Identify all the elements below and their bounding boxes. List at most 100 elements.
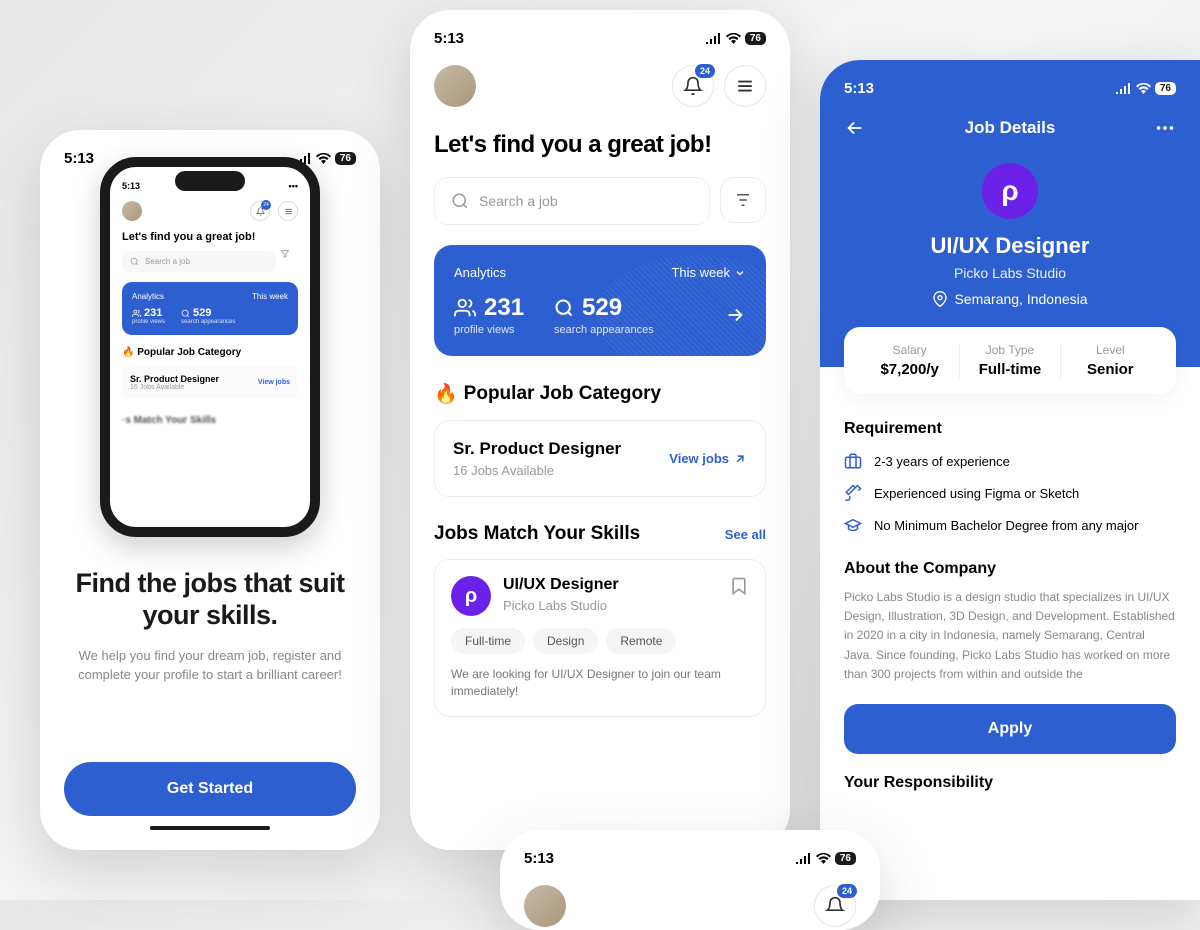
battery-indicator: 76: [835, 852, 856, 865]
mini-filter-icon: [280, 249, 298, 267]
status-bar: 5:13 76: [844, 80, 1176, 97]
requirements-title: Requirement: [844, 420, 1176, 438]
job-tags: Full-time Design Remote: [451, 628, 749, 654]
requirement-item: Experienced using Figma or Sketch: [844, 484, 1176, 502]
battery-indicator: 76: [1155, 82, 1176, 95]
job-tag: Design: [533, 628, 598, 654]
mini-analytics-label: Analytics: [132, 292, 164, 301]
mini-analytics-card: Analytics This week 231 profile views 52…: [122, 282, 298, 335]
status-time: 5:13: [524, 850, 554, 867]
analytics-label: Analytics: [454, 265, 506, 280]
notifications-button[interactable]: 24: [814, 885, 856, 927]
match-job-desc: We are looking for UI/UX Designer to joi…: [451, 666, 749, 700]
match-job-title: UI/UX Designer: [503, 576, 619, 594]
mini-title: Let's find you a great job!: [122, 231, 298, 243]
search-icon: [451, 192, 469, 210]
analytics-period-dropdown[interactable]: This week: [671, 265, 746, 280]
match-job-card[interactable]: ρ UI/UX Designer Picko Labs Studio Full-…: [434, 559, 766, 717]
filter-button[interactable]: [720, 177, 766, 223]
briefcase-icon: [844, 452, 862, 470]
notch: [175, 171, 245, 191]
mini-job-sub: 16 Jobs Available: [130, 384, 219, 391]
see-all-link[interactable]: See all: [725, 527, 766, 542]
status-time: 5:13: [64, 150, 94, 167]
apply-button[interactable]: Apply: [844, 704, 1176, 754]
job-title: Sr. Product Designer: [453, 439, 621, 459]
mini-views-label: profile views: [132, 319, 165, 325]
user-avatar[interactable]: [524, 885, 566, 927]
notification-badge: 24: [695, 64, 715, 78]
nav-title: Job Details: [965, 118, 1056, 138]
bookmark-button[interactable]: [729, 576, 749, 596]
company-logo: ρ: [451, 576, 491, 616]
signal-icon: [1116, 83, 1132, 94]
mini-job-title: Sr. Product Designer: [130, 374, 219, 384]
partial-screen: 5:13 76 24: [500, 830, 880, 930]
profile-views-count: 231: [484, 294, 524, 322]
users-icon: [454, 297, 476, 319]
mini-header: 24: [122, 201, 298, 221]
notification-badge: 24: [837, 884, 857, 898]
job-availability: 16 Jobs Available: [453, 463, 621, 478]
home-screen: 5:13 76 24 Let's find you a great job! S…: [410, 10, 790, 850]
analytics-detail-button[interactable]: [724, 304, 746, 326]
graduation-icon: [844, 516, 862, 534]
mini-views: 231: [144, 307, 162, 319]
salary-value: $7,200/y: [860, 361, 959, 378]
get-started-button[interactable]: Get Started: [64, 762, 356, 816]
battery-indicator: 76: [745, 32, 766, 45]
job-info-card: Salary $7,200/y Job Type Full-time Level…: [844, 327, 1176, 394]
onboard-subtitle: We help you find your dream job, registe…: [64, 646, 356, 685]
mini-bell-icon: 24: [250, 201, 270, 221]
mini-menu-icon: [278, 201, 298, 221]
search-icon: [554, 298, 574, 318]
job-tag: Full-time: [451, 628, 525, 654]
status-indicators: 76: [706, 32, 766, 45]
more-button[interactable]: [1154, 117, 1176, 139]
mini-time: 5:13: [122, 181, 140, 191]
notifications-button[interactable]: 24: [672, 65, 714, 107]
mini-appearances-label: search appearances: [181, 319, 235, 325]
mini-phone-preview: 5:13 ••• 24 Let's find you a great job! …: [100, 157, 320, 537]
arrow-up-right-icon: [733, 452, 747, 466]
analytics-card: Analytics This week 231 profile views 52…: [434, 245, 766, 356]
view-jobs-link[interactable]: View jobs: [669, 451, 747, 466]
requirement-item: 2-3 years of experience: [844, 452, 1176, 470]
wifi-icon: [816, 853, 831, 864]
appearances-count: 529: [582, 294, 622, 322]
job-tag: Remote: [606, 628, 676, 654]
back-button[interactable]: [844, 117, 866, 139]
page-title: Let's find you a great job!: [434, 131, 766, 159]
status-bar: 5:13 76: [434, 30, 766, 47]
fire-icon: 🔥: [434, 382, 458, 406]
about-text: Picko Labs Studio is a design studio tha…: [844, 588, 1176, 684]
salary-label: Salary: [860, 343, 959, 357]
app-header: 24: [434, 65, 766, 107]
appearances-label: search appearances: [554, 324, 654, 336]
mini-view-jobs: View jobs: [258, 379, 290, 386]
popular-job-card[interactable]: Sr. Product Designer 16 Jobs Available V…: [434, 420, 766, 497]
type-label: Job Type: [960, 343, 1059, 357]
status-indicators: 76: [796, 852, 856, 865]
search-input[interactable]: Search a job: [434, 177, 710, 225]
popular-section-title: 🔥 Popular Job Category: [434, 382, 766, 406]
match-job-company: Picko Labs Studio: [503, 598, 619, 613]
mini-search-placeholder: Search a job: [145, 257, 190, 266]
status-bar: 5:13 76: [524, 850, 856, 867]
about-title: About the Company: [844, 560, 1176, 578]
job-details-screen: 5:13 76 Job Details ρ UI/UX Designer Pic…: [820, 60, 1200, 900]
search-placeholder: Search a job: [479, 193, 558, 209]
menu-button[interactable]: [724, 65, 766, 107]
mini-search: Search a job: [122, 251, 276, 272]
mini-job-card: Sr. Product Designer 16 Jobs Available V…: [122, 366, 298, 399]
level-value: Senior: [1061, 361, 1160, 378]
type-value: Full-time: [960, 361, 1059, 378]
level-label: Level: [1061, 343, 1160, 357]
mini-popular-section: 🔥 Popular Job Category: [122, 347, 298, 358]
wifi-icon: [1136, 83, 1151, 94]
user-avatar[interactable]: [434, 65, 476, 107]
tools-icon: [844, 484, 862, 502]
job-location: Semarang, Indonesia: [844, 291, 1176, 307]
wifi-icon: [316, 153, 331, 164]
requirement-item: No Minimum Bachelor Degree from any majo…: [844, 516, 1176, 534]
